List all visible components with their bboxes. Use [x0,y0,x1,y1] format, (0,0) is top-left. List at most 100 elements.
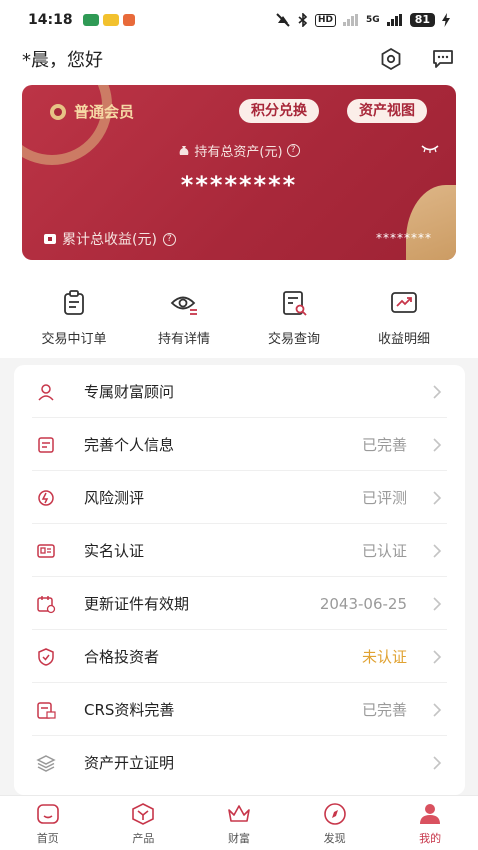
list-item-label: 更新证件有效期 [84,595,190,613]
status-time: 14:18 [28,12,73,28]
trend-chart-icon [391,292,417,313]
chevron-right-icon [433,384,442,399]
list-item-real-name[interactable]: 实名认证 已认证 [14,524,465,577]
cumulative-income-row: 累计总收益(元) ? [44,229,176,249]
list-item-risk-assessment[interactable]: 风险测评 已评测 [14,471,465,524]
nav-wealth[interactable]: 财富 [191,796,287,850]
quick-action-label: 交易查询 [267,332,320,347]
risk-icon [38,489,54,506]
quick-action-query[interactable]: 交易查询 [242,288,346,347]
charging-icon [442,13,450,27]
quick-actions: 交易中订单 持有详情 交易查询 收益明细 [22,288,456,347]
list-item-personal-info[interactable]: 完善个人信息 已完善 [14,418,465,471]
list-item-value: 已评测 [361,489,407,507]
points-exchange-button[interactable]: 积分兑换 [239,99,319,123]
signal-icon [386,14,402,26]
nav-label: 发现 [323,832,346,845]
list-item-label: 完善个人信息 [84,436,175,454]
quick-action-income[interactable]: 收益明细 [352,288,456,347]
nav-label: 财富 [227,832,250,845]
layers-icon [36,754,56,772]
list-item-label: 专属财富顾问 [84,383,175,401]
chat-icon [433,50,453,68]
nav-home[interactable]: 首页 [0,796,96,850]
nav-label: 首页 [36,832,59,845]
account-settings-list: 专属财富顾问 完善个人信息 已完善 风险测评 已评测 实名认证 已认证 更新证件… [14,365,465,795]
list-item-value: 2043-06-25 [319,594,407,613]
chevron-right-icon [433,596,442,611]
member-card: 普通会员 积分兑换 资产视图 持有总资产(元) ? ******** 累计总收益… [22,85,456,260]
list-item-label: 风险测评 [84,489,145,507]
list-item-value: 已完善 [361,701,407,719]
settings-button[interactable] [378,46,404,72]
quick-action-orders[interactable]: 交易中订单 [22,288,126,347]
compass-icon [323,803,346,825]
list-item-value: 未认证 [361,648,407,666]
cumulative-income-value: ******** [376,231,432,245]
holding-eye-icon [170,296,197,315]
help-icon[interactable]: ? [162,232,176,246]
eye-closed-icon[interactable] [420,143,440,155]
id-card-icon [37,543,55,558]
holding-assets-label-row: 持有总资产(元) ? [22,141,456,160]
user-icon [420,804,441,824]
cumulative-income-label: 累计总收益(元) [62,232,157,248]
income-icon [44,234,56,244]
network-type: 5G [366,15,380,25]
calendar-icon [37,595,56,613]
bottom-navigation: 首页 产品 财富 发现 我的 [0,795,478,850]
home-icon [36,804,59,824]
message-button[interactable] [430,46,456,72]
chevron-right-icon [433,702,442,717]
list-item-qualified-investor[interactable]: 合格投资者 未认证 [14,630,465,683]
nav-mine[interactable]: 我的 [382,796,478,850]
help-icon[interactable]: ? [286,144,300,157]
nav-discover[interactable]: 发现 [287,796,383,850]
list-item-label: 资产开立证明 [84,754,175,772]
quick-action-label: 收益明细 [377,332,430,347]
greeting-text: *晨，您好 [22,50,103,71]
bluetooth-icon [298,13,308,27]
order-icon [64,290,84,315]
nav-product[interactable]: 产品 [96,796,192,850]
query-icon [283,291,307,316]
holding-assets-value: ******** [180,171,298,199]
chevron-right-icon [433,490,442,505]
status-bar: 14:18 HD 5G 81 [0,0,478,40]
quick-action-label: 交易中订单 [41,332,107,347]
gear-icon [381,47,401,71]
app-notification-icon [82,14,99,26]
crown-icon [228,805,250,822]
member-tier[interactable]: 普通会员 [50,101,134,122]
member-badge-icon [50,103,66,120]
list-item-advisor[interactable]: 专属财富顾问 [14,365,465,418]
chevron-right-icon [433,755,442,770]
mute-icon [276,13,290,27]
nav-label: 产品 [132,832,155,845]
signal-icon [343,14,359,26]
battery-level: 81 [409,13,435,27]
shield-icon [38,647,54,666]
list-item-crs[interactable]: CRS资料完善 已完善 [14,683,465,736]
list-item-asset-certificate[interactable]: 资产开立证明 [14,736,465,789]
list-item-value: 已完善 [361,436,407,454]
app-notification-icon [122,14,135,26]
holding-assets-label: 持有总资产(元) [194,145,283,160]
app-notification-icon [102,14,119,26]
list-item-label: 实名认证 [84,542,145,560]
chevron-right-icon [433,437,442,452]
hd-badge: HD [315,13,337,27]
asset-view-button[interactable]: 资产视图 [347,99,427,123]
product-icon [132,803,155,825]
chevron-right-icon [433,543,442,558]
list-item-id-expiry[interactable]: 更新证件有效期 2043-06-25 [14,577,465,630]
quick-action-label: 持有详情 [157,332,210,347]
nav-label: 我的 [419,832,442,845]
member-tier-label: 普通会员 [74,103,135,121]
list-item-value: 已认证 [361,542,407,560]
quick-action-holdings[interactable]: 持有详情 [132,288,236,347]
profile-icon [38,436,54,453]
list-item-label: 合格投资者 [84,648,160,666]
top-bar: *晨，您好 [0,40,478,78]
chevron-right-icon [433,649,442,664]
